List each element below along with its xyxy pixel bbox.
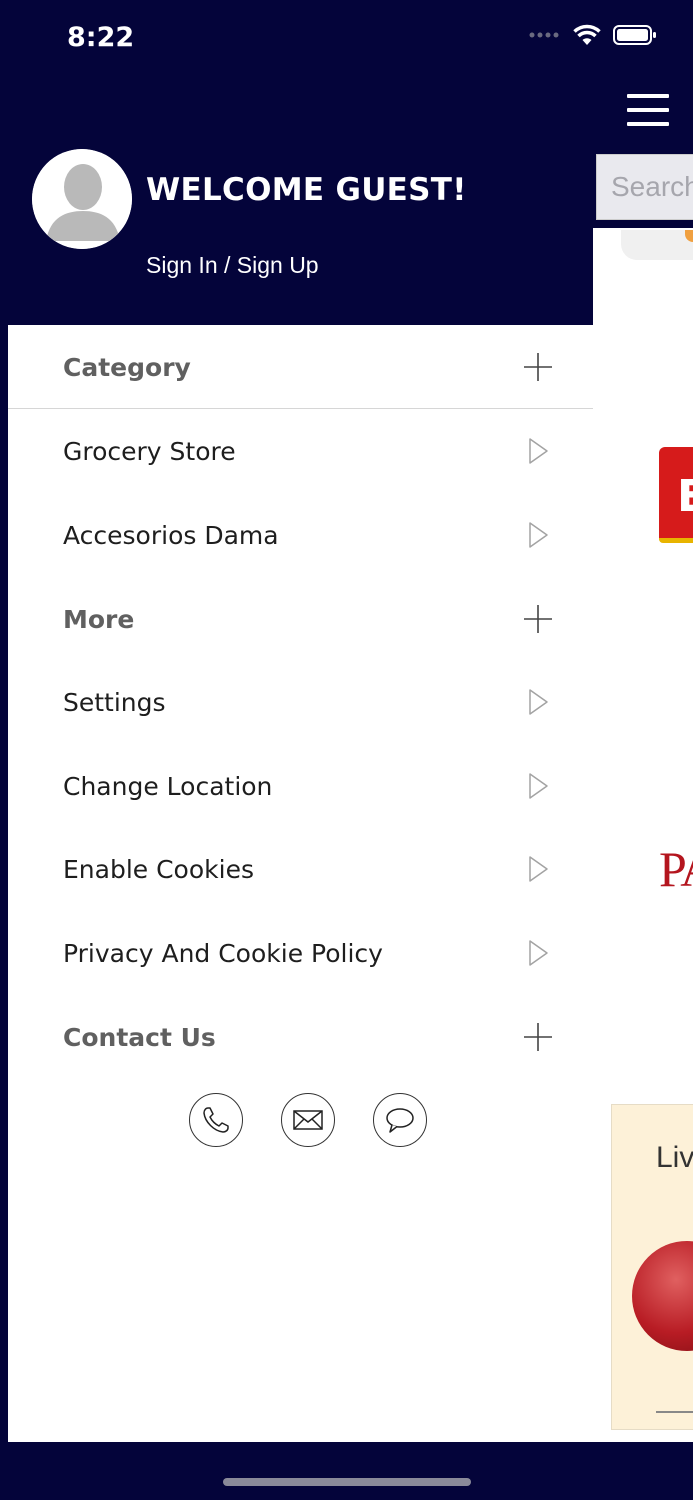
chevron-right-icon (529, 689, 548, 715)
chat-button[interactable] (373, 1093, 427, 1147)
hamburger-menu-icon[interactable] (627, 94, 669, 128)
phone-icon (203, 1107, 229, 1133)
chevron-right-icon (529, 940, 548, 966)
chat-icon (386, 1108, 414, 1133)
menu-item-label: Accesorios Dama (63, 520, 279, 550)
background-chip (621, 230, 693, 260)
promo-banner[interactable]: Live (611, 1104, 693, 1430)
promo-banner-text: Live (656, 1141, 693, 1174)
home-indicator (223, 1478, 471, 1486)
status-icons (529, 24, 657, 46)
plus-icon[interactable] (523, 1022, 553, 1052)
side-drawer: WELCOME GUEST! Sign In / Sign Up Categor… (0, 80, 593, 1442)
menu-item-enable-cookies[interactable]: Enable Cookies (8, 827, 593, 911)
menu-item-privacy-cookie-policy[interactable]: Privacy And Cookie Policy (8, 911, 593, 995)
email-button[interactable] (281, 1093, 335, 1147)
drawer-header: WELCOME GUEST! Sign In / Sign Up (0, 80, 593, 325)
user-avatar-icon (32, 149, 132, 249)
signal-icon (529, 32, 559, 38)
battery-icon (613, 25, 656, 45)
plus-icon[interactable] (523, 352, 553, 382)
contact-icons (189, 1093, 427, 1147)
store-logo-text[interactable]: PA (659, 840, 693, 898)
section-contact-us[interactable]: Contact Us (8, 995, 593, 1079)
menu-item-accesorios-dama[interactable]: Accesorios Dama (8, 493, 593, 577)
wifi-icon (573, 24, 601, 45)
section-more[interactable]: More (8, 577, 593, 661)
store-logo-red[interactable]: E (659, 447, 693, 543)
chevron-right-icon (529, 856, 548, 882)
search-placeholder: Search (611, 171, 693, 202)
mail-icon (293, 1110, 323, 1130)
section-contact-label: Contact Us (63, 1022, 216, 1052)
phone-button[interactable] (189, 1093, 243, 1147)
menu-item-label: Enable Cookies (63, 854, 254, 884)
store-logo-letter: E (677, 471, 693, 522)
plus-icon[interactable] (523, 604, 553, 634)
pomegranate-image (632, 1241, 693, 1351)
menu-item-label: Privacy And Cookie Policy (63, 938, 383, 968)
background-app: Search E PA Live (593, 80, 693, 1442)
section-category[interactable]: Category (8, 325, 593, 409)
menu-item-label: Grocery Store (63, 436, 236, 466)
chevron-right-icon (529, 438, 548, 464)
chevron-right-icon (529, 773, 548, 799)
menu-item-change-location[interactable]: Change Location (8, 744, 593, 828)
section-more-label: More (63, 604, 135, 634)
menu-item-label: Change Location (63, 771, 273, 801)
drawer-menu: Category Grocery Store Accesorios Dama M… (8, 325, 593, 1442)
avatar[interactable] (32, 149, 132, 249)
welcome-title: WELCOME GUEST! (146, 172, 467, 208)
signin-link[interactable]: Sign In / Sign Up (146, 252, 319, 279)
menu-item-settings[interactable]: Settings (8, 660, 593, 744)
menu-item-label: Settings (63, 687, 166, 717)
section-category-label: Category (63, 352, 191, 382)
status-time: 8:22 (67, 22, 135, 53)
menu-item-grocery-store[interactable]: Grocery Store (8, 409, 593, 493)
chevron-right-icon (529, 522, 548, 548)
status-bar: 8:22 (0, 0, 693, 80)
background-header: Search (593, 80, 693, 228)
search-bar[interactable]: Search (596, 154, 693, 220)
